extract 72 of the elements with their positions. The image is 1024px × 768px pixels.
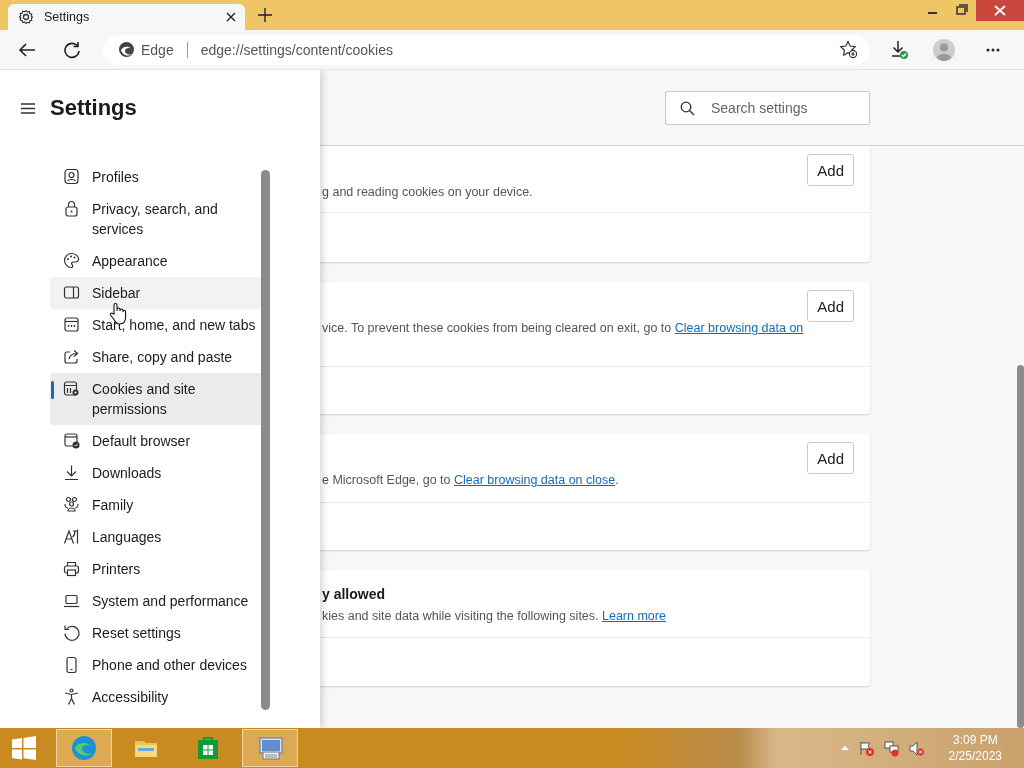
laptop-icon	[63, 592, 80, 609]
nav-item[interactable]: Reset settings	[50, 617, 262, 649]
section-description: e Microsoft Edge, go to Clear browsing data on close.	[322, 472, 619, 489]
speaker-muted-icon[interactable]	[907, 739, 925, 757]
language-icon	[63, 528, 80, 545]
browser-check-icon	[63, 432, 80, 449]
browser-logo-icon	[118, 41, 135, 58]
browser-window-icon	[63, 316, 80, 333]
nav-item[interactable]: Cookies and site permissions	[50, 373, 262, 425]
network-error-icon[interactable]	[882, 739, 900, 757]
refresh-icon[interactable]	[63, 40, 81, 59]
settings-icon	[18, 9, 34, 25]
nav-item[interactable]: Downloads	[50, 457, 262, 489]
nav-item[interactable]: Default browser	[50, 425, 262, 457]
sidebar-layout-icon	[63, 284, 80, 301]
download-icon[interactable]	[890, 39, 909, 60]
profile-icon	[63, 168, 80, 185]
nav-item[interactable]: Family	[50, 489, 262, 521]
browser-tab[interactable]: Settings	[8, 4, 245, 30]
link[interactable]: Clear browsing data on	[674, 321, 804, 335]
profile-avatar-icon[interactable]	[933, 38, 955, 61]
add-button[interactable]: Add	[807, 154, 854, 186]
share-icon	[63, 348, 80, 365]
taskbar-app[interactable]	[56, 729, 112, 767]
nav-item[interactable]: Privacy, search, and services	[50, 193, 262, 245]
phone-icon	[63, 656, 80, 673]
url-text: edge://settings/content/cookies	[200, 41, 394, 58]
section-description: kies and site data while visiting the following sites. Learn more	[322, 608, 666, 625]
search-input[interactable]: Search settings	[709, 99, 863, 117]
taskbar-app[interactable]	[242, 729, 298, 767]
palette-icon	[63, 252, 80, 269]
search-field[interactable]: Search settings	[665, 91, 870, 125]
add-button[interactable]: Add	[807, 290, 854, 322]
address-bar[interactable]: Edge edge://settings/content/cookies	[103, 34, 870, 65]
nav-item[interactable]: Appearance	[50, 245, 262, 277]
link[interactable]: Learn more	[602, 609, 666, 623]
site-identity-label: Edge	[141, 41, 174, 58]
nav-item[interactable]: Accessibility	[50, 681, 262, 713]
menu-icon[interactable]	[20, 100, 36, 116]
cookie-settings-icon	[63, 380, 80, 397]
scrollbar-thumb[interactable]	[261, 170, 270, 710]
favorites-star-icon[interactable]	[839, 40, 858, 59]
section-description: vice. To prevent these cookies from being cleared on exit, go to Clear browsing data on	[322, 320, 804, 337]
back-icon[interactable]	[18, 40, 36, 59]
monitor-keyboard-app-icon	[257, 735, 283, 761]
flag-error-icon[interactable]	[857, 739, 875, 757]
family-icon	[63, 496, 80, 513]
reset-icon	[63, 624, 80, 641]
close-window-icon[interactable]	[976, 0, 1024, 21]
new-tab-icon[interactable]	[257, 7, 273, 23]
nav-item[interactable]: Languages	[50, 521, 262, 553]
lock-icon	[63, 200, 80, 217]
nav-item[interactable]: System and performance	[50, 585, 262, 617]
windows-start-icon[interactable]	[12, 736, 36, 760]
nav-item[interactable]: Share, copy and paste	[50, 341, 262, 373]
search-icon	[680, 100, 695, 116]
settings-title: Settings	[50, 95, 137, 121]
browser-app-icon	[71, 735, 97, 761]
nav-item[interactable]: Phone and other devices	[50, 649, 262, 681]
printer-icon	[63, 560, 80, 577]
nav-item[interactable]: Profiles	[50, 161, 262, 193]
nav-item[interactable]: Sidebar	[50, 277, 262, 309]
download-arrow-icon	[63, 464, 80, 481]
section-title: y allowed	[322, 585, 387, 604]
scrollbar-thumb[interactable]	[1017, 365, 1024, 728]
section-description: g and reading cookies on your device.	[322, 184, 533, 201]
tab-title: Settings	[44, 10, 91, 24]
accessibility-icon	[63, 688, 80, 705]
store-app-icon	[195, 735, 221, 761]
close-icon[interactable]	[225, 11, 237, 23]
add-button[interactable]: Add	[807, 442, 854, 474]
nav-item[interactable]: Printers	[50, 553, 262, 585]
